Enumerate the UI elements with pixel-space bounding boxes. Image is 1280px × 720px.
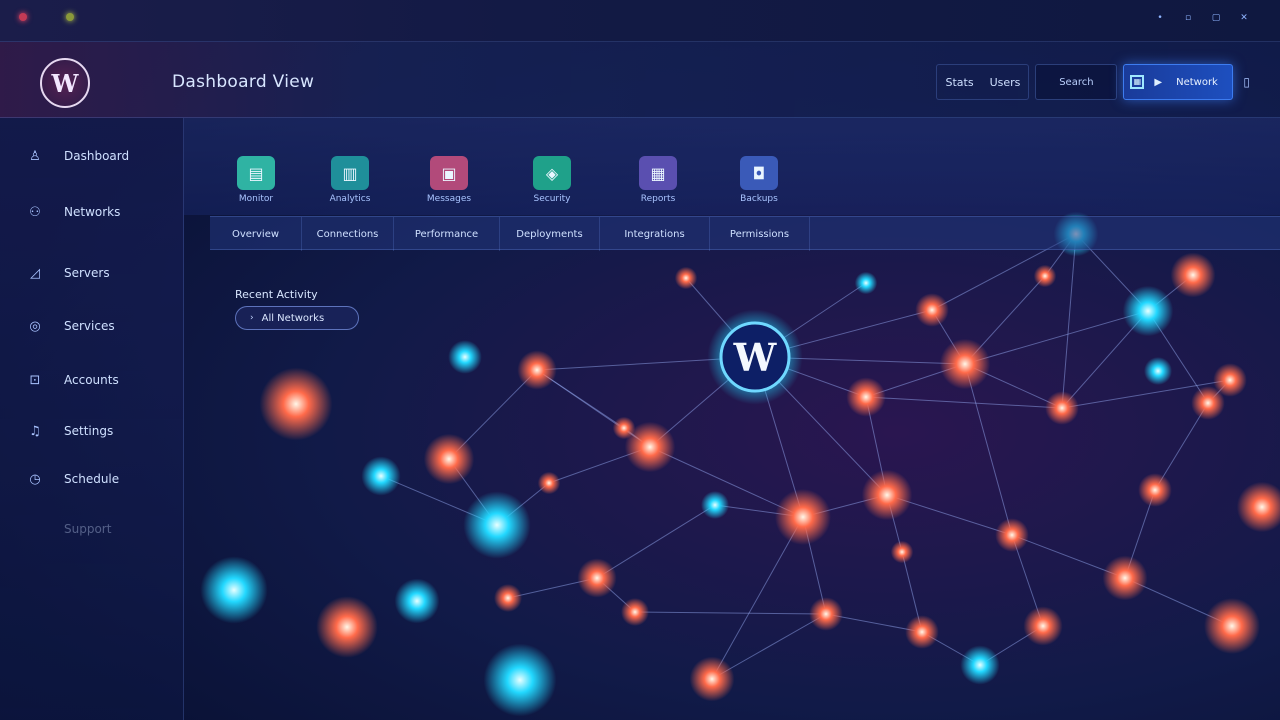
sidebar-item-accounts[interactable]: ⊡ Accounts xyxy=(26,368,119,392)
user-icon: ♙ xyxy=(29,148,41,164)
tab-performance[interactable]: Performance xyxy=(394,217,500,251)
tab-integrations[interactable]: Integrations xyxy=(600,217,710,251)
reports-icon: ▦ xyxy=(639,156,677,190)
sidebar-item-services[interactable]: ◎ Services xyxy=(26,314,115,338)
tool-reports[interactable]: ▦ Reports xyxy=(623,156,693,204)
tool-backups[interactable]: ◘ Backups xyxy=(724,156,794,204)
sidebar-item-servers[interactable]: ◿ Servers xyxy=(26,261,110,285)
tool-security[interactable]: ◈ Security xyxy=(517,156,587,204)
network-button[interactable]: ▦ ▶ Network xyxy=(1123,64,1234,100)
section-label: Recent Activity xyxy=(235,288,318,301)
messages-icon: ▣ xyxy=(430,156,468,190)
tool-label: Messages xyxy=(426,194,472,204)
sidebar-item-label: Accounts xyxy=(64,373,119,387)
sidebar-item-settings[interactable]: ♫ Settings xyxy=(26,419,113,443)
page-title: Dashboard View xyxy=(172,72,315,92)
window-titlebar: • ▫ ▢ ✕ xyxy=(0,0,1280,42)
tool-label: Reports xyxy=(640,194,676,204)
tab-overview[interactable]: Overview xyxy=(210,217,302,251)
more-icon[interactable]: ▯ xyxy=(1243,75,1250,89)
sidebar: ♙ Dashboard ⚇ Networks ◿ Servers ◎ Servi… xyxy=(0,118,184,720)
chevron-right-icon: › xyxy=(250,313,254,323)
sidebar-item-schedule[interactable]: ◷ Schedule xyxy=(26,467,119,491)
users-button[interactable]: Users xyxy=(990,76,1021,89)
tool-label: Backups xyxy=(740,194,778,204)
tab-bar: Overview Connections Performance Deploym… xyxy=(210,216,1280,251)
sidebar-item-label: Services xyxy=(64,319,115,333)
sidebar-item-label: Support xyxy=(64,522,112,536)
monitor-icon: ▤ xyxy=(237,156,275,190)
minimize-icon[interactable]: • xyxy=(1154,12,1166,24)
bell-icon: ♫ xyxy=(29,423,41,439)
tab-deployments[interactable]: Deployments xyxy=(500,217,600,251)
shield-icon: ◈ xyxy=(533,156,571,190)
analytics-icon: ▥ xyxy=(331,156,369,190)
qr-icon: ▦ xyxy=(1130,75,1145,89)
globe-icon: ◎ xyxy=(29,318,41,334)
network-button-label: Network xyxy=(1176,76,1218,88)
sidebar-item-dashboard[interactable]: ♙ Dashboard xyxy=(26,144,129,168)
close-icon[interactable]: ✕ xyxy=(1238,12,1250,24)
sidebar-item-support[interactable]: Support xyxy=(26,517,111,541)
tool-label: Security xyxy=(533,194,571,204)
tool-analytics[interactable]: ▥ Analytics xyxy=(315,156,385,204)
sidebar-item-label: Settings xyxy=(64,424,114,438)
backup-icon: ◘ xyxy=(740,156,778,190)
close-dot-icon[interactable] xyxy=(19,13,27,21)
tool-label: Monitor xyxy=(238,194,274,204)
tool-messages[interactable]: ▣ Messages xyxy=(414,156,484,204)
header-button-group: Stats Users xyxy=(936,64,1030,100)
app-dot-icon[interactable] xyxy=(66,13,74,21)
sidebar-item-label: Dashboard xyxy=(64,149,130,163)
restore-icon[interactable]: ▫ xyxy=(1182,12,1194,24)
wordpress-logo[interactable]: W xyxy=(40,58,90,108)
clock-icon: ◷ xyxy=(29,471,41,487)
window-controls: • ▫ ▢ ✕ xyxy=(1154,12,1250,24)
main-panel: ▤ Monitor ▥ Analytics ▣ Messages ◈ Secur… xyxy=(184,118,1280,720)
filter-dropdown[interactable]: › All Networks xyxy=(235,306,359,330)
search-input[interactable]: Search xyxy=(1035,64,1118,100)
maximize-icon[interactable]: ▢ xyxy=(1210,12,1222,24)
chart-icon: ◿ xyxy=(30,265,40,281)
header-actions: Stats Users Search ▦ ▶ Network ▯ xyxy=(936,62,1250,102)
tool-monitor[interactable]: ▤ Monitor xyxy=(221,156,291,204)
tool-bar: ▤ Monitor ▥ Analytics ▣ Messages ◈ Secur… xyxy=(184,118,1280,215)
sidebar-item-networks[interactable]: ⚇ Networks xyxy=(26,200,120,224)
sidebar-item-label: Schedule xyxy=(64,472,120,486)
play-icon: ▶ xyxy=(1154,76,1163,88)
stats-button[interactable]: Stats xyxy=(945,76,973,89)
people-icon: ⚇ xyxy=(29,204,41,220)
sidebar-item-label: Networks xyxy=(64,205,121,219)
sidebar-item-label: Servers xyxy=(64,266,110,280)
lock-icon: ⊡ xyxy=(29,372,41,388)
tab-permissions[interactable]: Permissions xyxy=(710,217,810,251)
tool-label: Analytics xyxy=(329,194,371,204)
app-header: W Dashboard View Stats Users Search ▦ ▶ … xyxy=(0,42,1280,118)
filter-label: All Networks xyxy=(261,312,325,324)
tab-connections[interactable]: Connections xyxy=(302,217,394,251)
